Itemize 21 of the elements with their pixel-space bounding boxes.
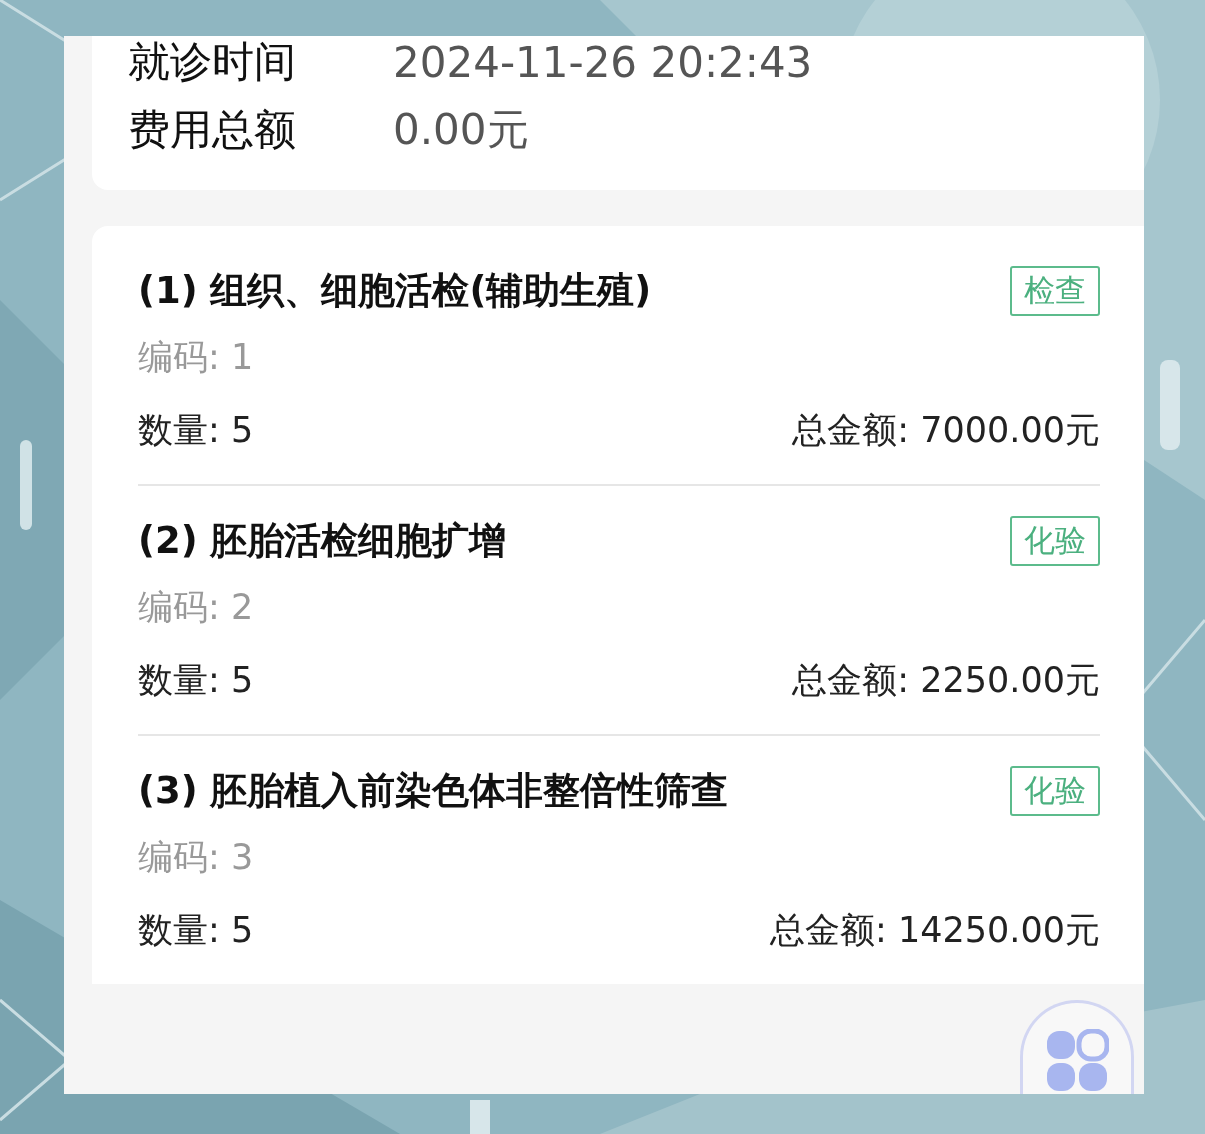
floating-button[interactable]: [1020, 1000, 1134, 1094]
info-value: 0.00元: [393, 104, 529, 156]
item-total: 总金额: 2250.00元: [792, 659, 1100, 702]
item-total: 总金额: 7000.00元: [792, 409, 1100, 452]
item-code: 编码: 1: [138, 336, 255, 379]
category-tag: 检查: [1010, 266, 1100, 316]
info-label: 就诊时间: [128, 36, 297, 88]
item-code: 编码: 3: [138, 836, 255, 879]
item-quantity: 数量: 5: [138, 909, 254, 952]
category-tag: 化验: [1010, 516, 1100, 566]
clover-icon: [1045, 1029, 1109, 1093]
category-tag: 化验: [1010, 766, 1100, 816]
item-quantity: 数量: 5: [138, 659, 254, 702]
info-value: 2024-11-26 20:2:43: [393, 37, 813, 87]
item-title: (2) 胚胎活检细胞扩增: [138, 518, 507, 564]
item-title: (1) 组织、细胞活检(辅助生殖): [138, 268, 652, 314]
item-title: (3) 胚胎植入前染色体非整倍性筛查: [138, 768, 729, 814]
item-quantity: 数量: 5: [138, 409, 254, 452]
info-label: 费用总额: [128, 104, 297, 156]
item-total: 总金额: 14250.00元: [770, 909, 1100, 952]
item-code: 编码: 2: [138, 586, 255, 629]
